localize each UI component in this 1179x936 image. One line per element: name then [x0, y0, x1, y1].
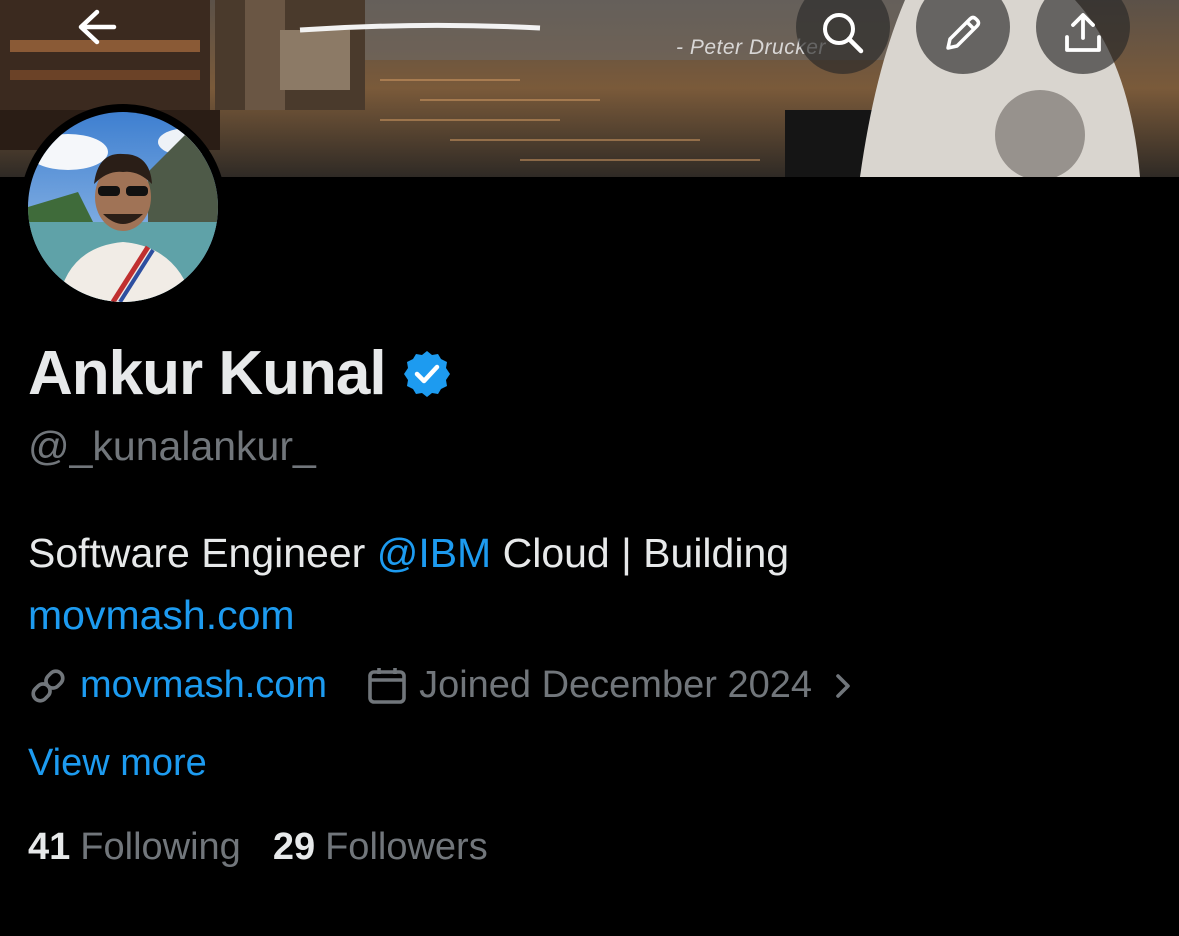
following-label: Following — [80, 826, 241, 868]
bio-website-link[interactable]: movmash.com — [28, 592, 295, 638]
verified-badge-icon[interactable] — [402, 349, 452, 399]
share-upload-icon — [1065, 13, 1101, 52]
pencil-icon — [946, 15, 981, 50]
avatar[interactable] — [28, 112, 218, 302]
joined-date: Joined December 2024 — [419, 664, 812, 706]
followers-link[interactable]: 29 Followers — [273, 826, 488, 869]
followers-count: 29 — [272, 826, 316, 868]
link-icon — [31, 668, 65, 703]
website-item[interactable]: movmash.com — [28, 664, 327, 707]
avatar-photo — [28, 112, 218, 302]
display-name: Ankur Kunal — [28, 339, 387, 408]
profile-bio: Software Engineer @IBM Cloud | Building … — [28, 522, 1148, 646]
joined-item[interactable]: Joined December 2024 — [367, 664, 870, 707]
chevron-right-icon — [836, 673, 850, 698]
profile-meta: movmash.com Joined December 2024 — [28, 664, 870, 707]
following-link[interactable]: 41 Following — [28, 826, 241, 869]
profile-handle: @_kunalankur_ — [28, 423, 316, 469]
avatar-border — [20, 104, 226, 310]
bio-text-middle: Cloud | Building — [491, 530, 790, 576]
profile-name-row: Ankur Kunal — [28, 338, 452, 409]
follow-counts: 41 Following 29 Followers — [28, 826, 488, 869]
following-count: 41 — [28, 826, 71, 868]
search-icon — [823, 13, 864, 54]
view-more-link[interactable]: View more — [28, 742, 207, 785]
arrow-left-icon — [78, 9, 117, 45]
calendar-icon — [368, 667, 406, 704]
website-link[interactable]: movmash.com — [80, 664, 327, 707]
count-spacer — [241, 826, 273, 869]
bio-text-prefix: Software Engineer — [28, 530, 377, 576]
back-button[interactable] — [60, 0, 134, 64]
followers-label: Followers — [325, 826, 488, 868]
bio-mention-link[interactable]: @IBM — [377, 530, 492, 576]
